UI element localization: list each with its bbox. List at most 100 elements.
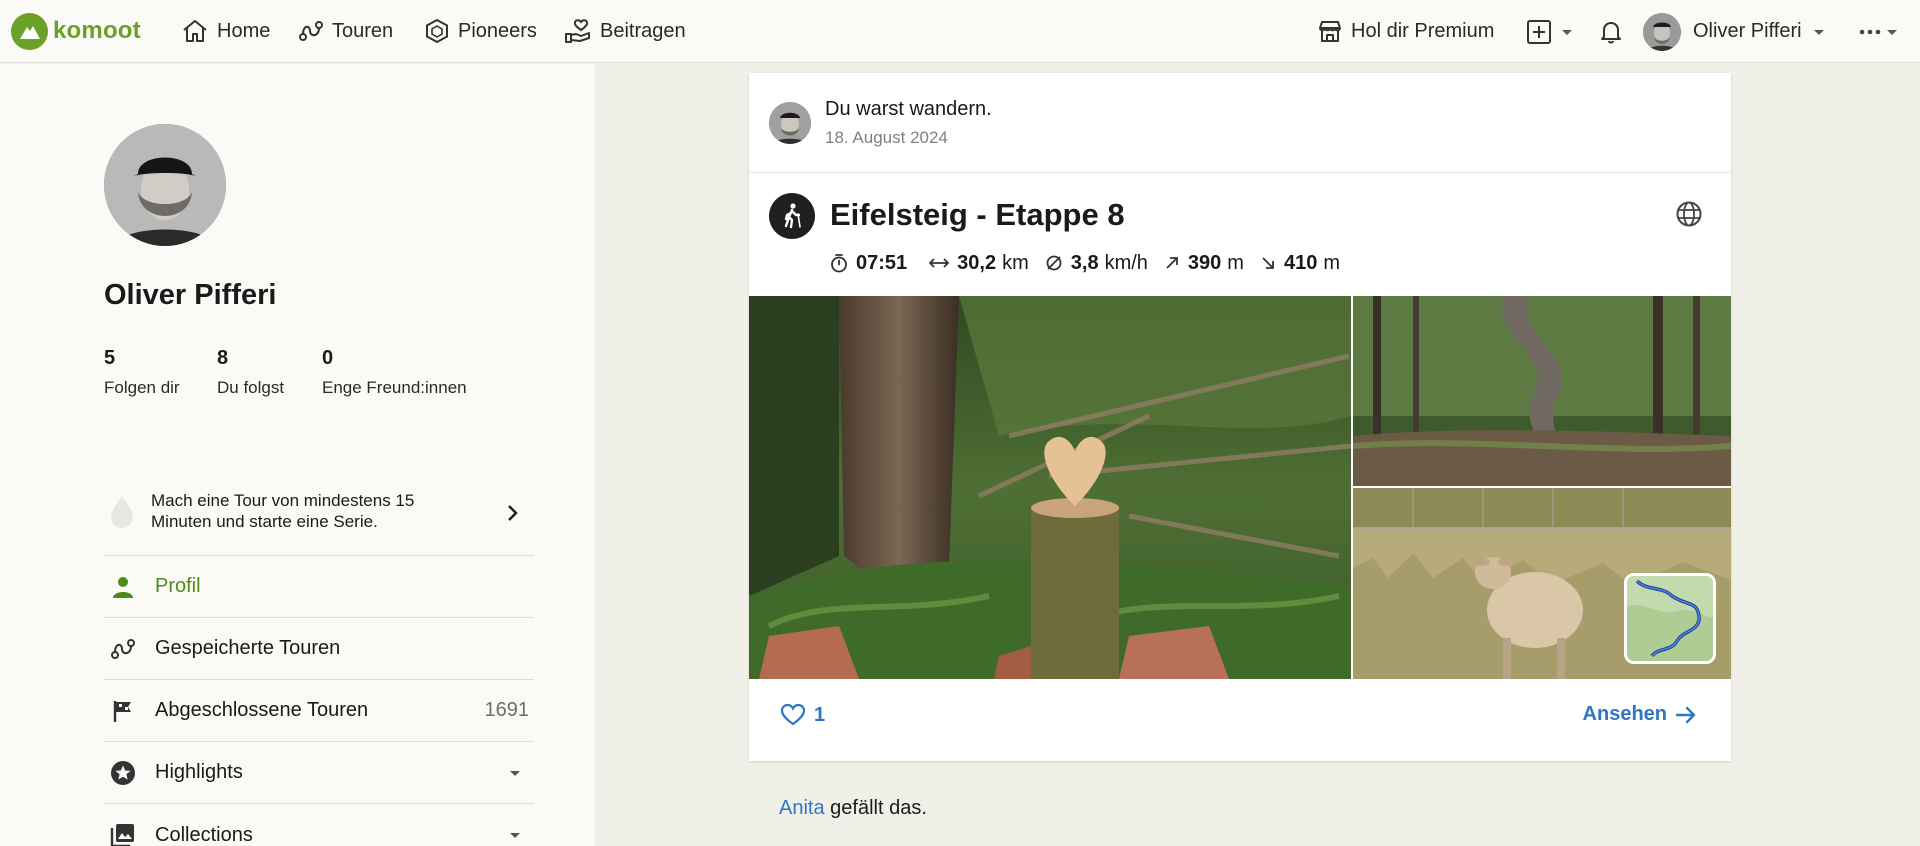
speed-value: 3,8 [1070, 251, 1099, 274]
distance-metric: 30,2 km [929, 252, 1029, 275]
followers-label: Folgen dir [104, 378, 180, 397]
notifications-button[interactable] [1599, 0, 1623, 63]
chevron-down-icon [1887, 29, 1897, 35]
nav-home[interactable]: Home [181, 11, 270, 51]
activity-headline: Du warst wandern. [825, 98, 992, 120]
view-tour-label: Ansehen [1582, 703, 1667, 725]
tour-photo-forest-tree[interactable] [1353, 296, 1731, 486]
like-button[interactable]: 1 [780, 703, 825, 727]
tour-photo-sheep[interactable] [1353, 488, 1731, 679]
following-label: Du folgst [217, 378, 285, 397]
arrow-up-right-icon [1166, 257, 1178, 269]
home-icon [183, 20, 207, 42]
distance-icon [929, 258, 950, 268]
activity-date: 18. August 2024 [825, 128, 948, 147]
following-stat[interactable]: 8 Du folgst [217, 347, 284, 398]
sidebar-item-label: Gespeicherte Touren [155, 637, 341, 659]
globe-icon[interactable] [1675, 200, 1703, 233]
drop-icon [111, 496, 133, 528]
tour-photos [749, 296, 1731, 679]
chevron-down-icon [1813, 29, 1824, 35]
followers-stat[interactable]: 5 Folgen dir [104, 347, 180, 398]
hiking-icon [769, 193, 815, 239]
liked-by-user-link[interactable]: Anita [779, 797, 825, 819]
sidebar-item-label: Abgeschlossene Touren [155, 699, 369, 721]
uphill-value: 390 [1187, 251, 1222, 274]
store-icon [1319, 21, 1341, 42]
heart-icon [780, 703, 806, 726]
komoot-logo-icon [11, 12, 48, 50]
bell-icon [1601, 21, 1621, 43]
sidebar-item-highlights[interactable]: Highlights [104, 742, 534, 804]
stopwatch-icon [831, 254, 847, 273]
liked-by-text: gefällt das. [824, 797, 927, 819]
close-friends-count: 0 [322, 347, 334, 369]
speed-unit: km/h [1104, 251, 1148, 274]
duration-metric: 07:51 [830, 252, 913, 275]
profile-avatar[interactable] [104, 124, 226, 246]
followers-count: 5 [104, 347, 116, 369]
average-icon [1046, 255, 1062, 271]
activity-card: Du warst wandern. 18. August 2024 Eifels… [749, 73, 1731, 761]
nav-contribute[interactable]: Beitragen [564, 11, 686, 51]
collections-icon [108, 820, 138, 846]
view-tour-link[interactable]: Ansehen [1583, 703, 1697, 726]
tour-map-thumbnail[interactable] [1624, 573, 1716, 664]
premium-label: Hol dir Premium [1351, 19, 1495, 42]
flag-icon [108, 696, 138, 726]
route-icon [108, 634, 138, 664]
uphill-metric: 390 m [1164, 252, 1244, 275]
like-count: 1 [814, 703, 826, 726]
nav-pioneers[interactable]: Pioneers [424, 11, 537, 51]
tour-photo-heart-stump[interactable] [749, 296, 1351, 679]
hand-heart-icon [565, 19, 590, 43]
create-menu-button[interactable] [1526, 0, 1574, 63]
more-menu-button[interactable] [1859, 0, 1899, 63]
sidebar-item-label: Highlights [155, 761, 243, 783]
nav-contribute-label: Beitragen [600, 19, 686, 42]
completed-tours-count: 1691 [484, 699, 530, 721]
nav-tours-label: Touren [332, 19, 394, 42]
following-count: 8 [217, 347, 229, 369]
card-header: Du warst wandern. 18. August 2024 [749, 73, 1731, 173]
avatar[interactable] [769, 102, 811, 144]
chevron-down-icon [510, 833, 520, 838]
streak-text: Mach eine Tour von mindestens 15 Minuten… [151, 491, 415, 531]
tour-metrics: 07:51 30,2 km 3,8 km/h 390 m 410 m [830, 247, 1356, 279]
sidebar-item-completed-tours[interactable]: Abgeschlossene Touren 1691 [104, 680, 534, 742]
sidebar-item-profile[interactable]: Profil [104, 556, 534, 618]
tour-title[interactable]: Eifelsteig - Etappe 8 [830, 197, 1125, 233]
more-icon [1859, 29, 1881, 34]
liked-by-line: Anita gefällt das. [779, 797, 927, 820]
top-navigation: komoot Home Touren Pioneers Beitragen Ho… [0, 0, 1920, 63]
streak-prompt[interactable]: Mach eine Tour von mindestens 15 Minuten… [104, 472, 534, 556]
brand-name: komoot [53, 17, 141, 44]
close-friends-label: Enge Freund:innen [322, 378, 467, 397]
premium-button[interactable]: Hol dir Premium [1317, 11, 1494, 51]
person-icon [108, 572, 138, 602]
arrow-down-right-icon [1262, 257, 1274, 269]
downhill-metric: 410 m [1260, 252, 1340, 275]
speed-metric: 3,8 km/h [1045, 252, 1148, 275]
uphill-unit: m [1227, 251, 1244, 274]
duration-value: 07:51 [856, 251, 908, 274]
route-icon [299, 21, 323, 41]
arrow-right-icon [1675, 706, 1696, 723]
nav-pioneers-label: Pioneers [458, 19, 537, 42]
hexagon-icon [426, 18, 448, 44]
profile-name: Oliver Pifferi [104, 279, 277, 311]
chevron-down-icon [510, 770, 520, 776]
nav-home-label: Home [217, 19, 271, 42]
chevron-down-icon [1562, 29, 1572, 35]
sidebar-item-saved-tours[interactable]: Gespeicherte Touren [104, 618, 534, 680]
user-menu[interactable]: Oliver Pifferi [1643, 0, 1826, 63]
star-icon [108, 758, 138, 788]
nav-tours[interactable]: Touren [298, 11, 393, 51]
sidebar-item-label: Collections [155, 823, 253, 846]
distance-value: 30,2 [957, 251, 997, 274]
user-name: Oliver Pifferi [1693, 20, 1802, 42]
close-friends-stat[interactable]: 0 Enge Freund:innen [322, 347, 467, 398]
sidebar-item-label: Profil [155, 575, 201, 597]
komoot-logo[interactable]: komoot [11, 11, 141, 51]
sidebar-item-collections[interactable]: Collections [104, 804, 534, 846]
